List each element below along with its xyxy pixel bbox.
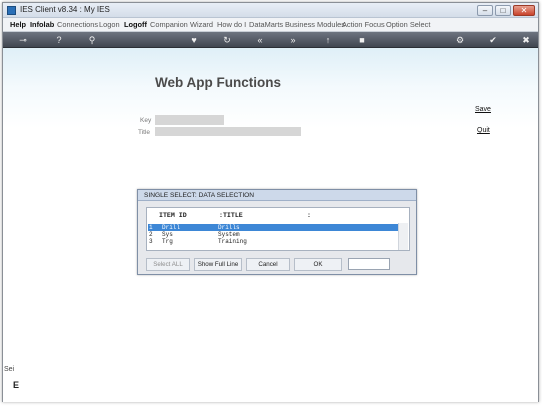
upload-icon[interactable]: ↑ [321, 33, 335, 47]
row-title: System [218, 231, 240, 238]
help-icon[interactable]: ? [52, 33, 66, 47]
row-number: 1 [149, 224, 153, 231]
menu-wizard[interactable]: Wizard [190, 20, 213, 29]
refresh-icon[interactable]: ↻ [220, 33, 234, 47]
maximize-button[interactable]: □ [495, 5, 511, 16]
ok-button[interactable]: OK [294, 258, 342, 271]
column-separator: : [307, 212, 311, 219]
row-item-id: Sys [162, 231, 173, 238]
row-number: 3 [149, 238, 153, 245]
minimize-button[interactable]: – [477, 5, 493, 16]
bottom-label-1: Sei [4, 366, 15, 373]
list-item-sys[interactable]: 2 Sys System [148, 231, 398, 238]
check-icon[interactable]: ✔ [486, 33, 500, 47]
select-all-button[interactable]: Select ALL [146, 258, 190, 271]
rewind-icon[interactable]: « [253, 33, 267, 47]
title-field[interactable] [155, 127, 301, 136]
title-label: Title [138, 129, 151, 136]
menu-datamarts[interactable]: DataMarts [249, 20, 283, 29]
stop-icon[interactable]: ■ [355, 33, 369, 47]
bottom-label-2: E [13, 380, 20, 390]
menu-business-modules[interactable]: Business Modules [285, 20, 345, 29]
row-title: Drills [218, 224, 240, 231]
toolbar: ⊸ ? ⚲ ♥ ↻ « » ↑ ■ ⚙ ✔ ✖ [3, 32, 538, 48]
close-button[interactable]: ✕ [513, 5, 535, 16]
menu-how-do-i[interactable]: How do I [217, 20, 246, 29]
menu-companion[interactable]: Companion [150, 20, 188, 29]
list-scrollbar[interactable] [398, 223, 408, 250]
menu-infolab[interactable]: Infolab [30, 20, 54, 29]
data-selection-dialog: SINGLE SELECT: DATA SELECTION ITEM ID :T… [137, 189, 417, 275]
row-item-id: Drill [162, 224, 181, 231]
menu-action-focus[interactable]: Action Focus [342, 20, 385, 29]
menu-logon[interactable]: Logon [99, 20, 120, 29]
save-link[interactable]: Save [475, 106, 491, 113]
menu-option-select[interactable]: Option Select [386, 20, 430, 29]
quit-link[interactable]: Quit [477, 127, 490, 134]
menu-help[interactable]: Help [10, 20, 26, 29]
search-icon[interactable]: ⚲ [85, 33, 99, 47]
title-bar: IES Client v8.34 : My IES – □ ✕ [3, 3, 538, 18]
key-label: Key [140, 117, 152, 124]
list-item-trg[interactable]: 3 Trg Training [148, 238, 398, 245]
menu-bar: Help Infolab Connections Logon Logoff Co… [3, 18, 538, 32]
window-title: IES Client v8.34 : My IES [20, 5, 110, 14]
key-field[interactable] [155, 115, 224, 125]
app-window: IES Client v8.34 : My IES – □ ✕ Help Inf… [2, 2, 539, 402]
dialog-input-field[interactable] [348, 258, 390, 270]
key-icon[interactable]: ⊸ [13, 33, 33, 47]
row-item-id: Trg [162, 238, 173, 245]
menu-logoff[interactable]: Logoff [124, 20, 147, 29]
column-item-id: ITEM ID [159, 212, 187, 219]
settings-icon[interactable]: ⚙ [453, 33, 467, 47]
selection-list[interactable]: ITEM ID :TITLE : 1 Drill Drills 2 Sys Sy… [146, 207, 410, 251]
show-full-line-button[interactable]: Show Full Line [194, 258, 242, 271]
menu-connections[interactable]: Connections [57, 20, 98, 29]
list-header: ITEM ID :TITLE : [147, 208, 409, 223]
fast-forward-icon[interactable]: » [286, 33, 300, 47]
cancel-button[interactable]: Cancel [246, 258, 290, 271]
row-title: Training [218, 238, 247, 245]
column-title: :TITLE [219, 212, 243, 219]
dialog-title: SINGLE SELECT: DATA SELECTION [138, 190, 416, 201]
page-title: Web App Functions [155, 75, 281, 90]
row-number: 2 [149, 231, 153, 238]
list-item-drill[interactable]: 1 Drill Drills [148, 224, 398, 231]
heart-icon[interactable]: ♥ [187, 33, 201, 47]
close-icon[interactable]: ✖ [519, 33, 533, 47]
main-content: Web App Functions Save Quit Key Title SI… [3, 48, 538, 402]
app-icon [7, 6, 16, 15]
